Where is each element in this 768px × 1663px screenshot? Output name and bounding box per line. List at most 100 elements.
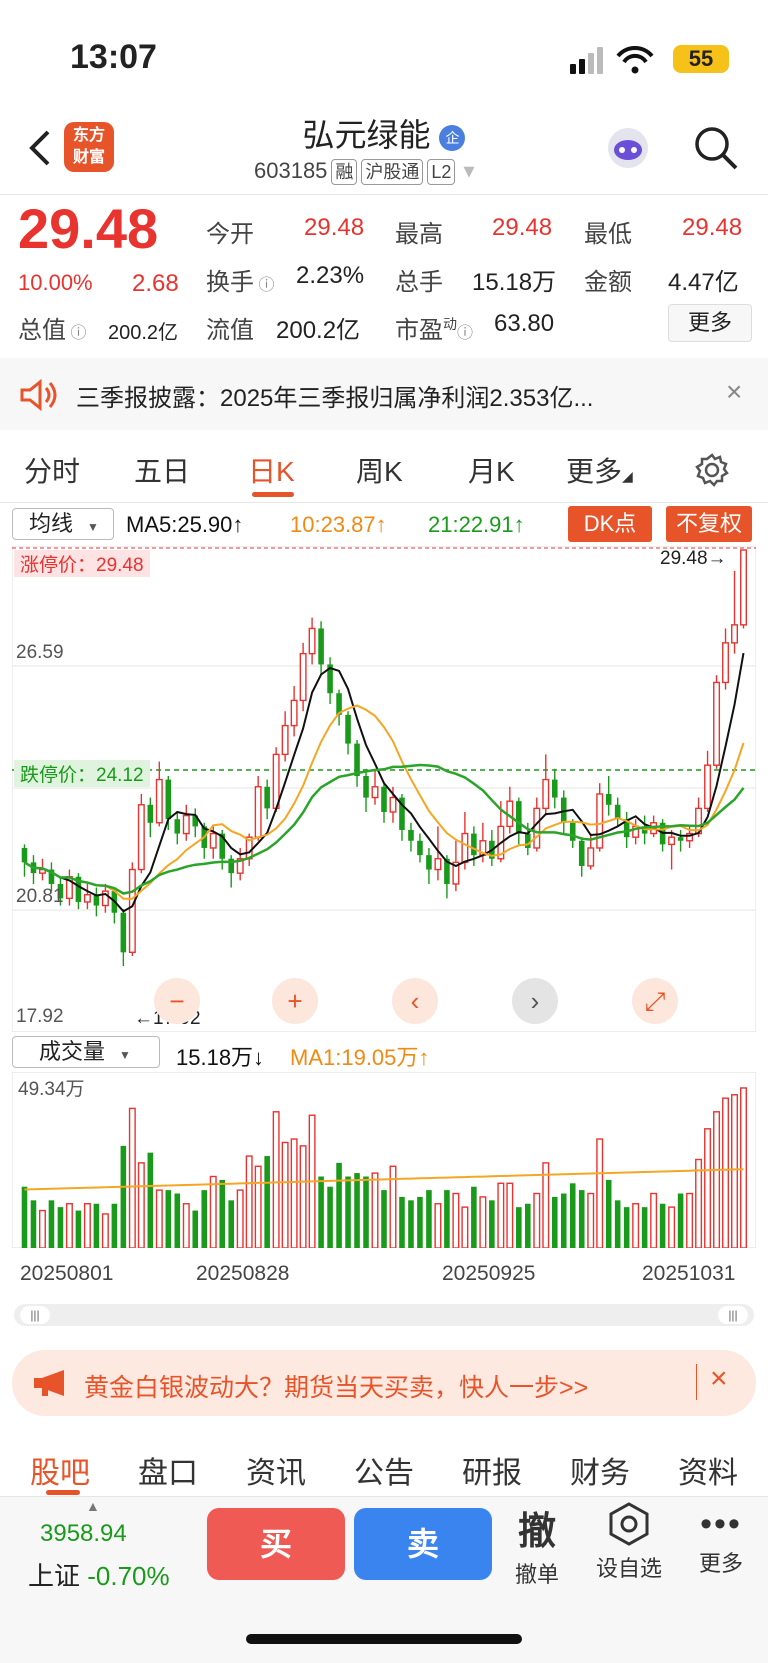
megaphone-icon [34, 1370, 64, 1396]
tab-more[interactable]: 更多◢ [566, 450, 633, 490]
volume-bar [560, 1193, 567, 1248]
dk-point-button[interactable]: DK点 [568, 506, 652, 542]
index-expand-icon[interactable]: ▲ [86, 1498, 100, 1514]
tab-monthly-k[interactable]: 月K [468, 450, 515, 490]
tab-forum[interactable]: 股吧 [30, 1448, 90, 1492]
tab-weekly-k[interactable]: 周K [356, 450, 403, 490]
tab-profile[interactable]: 资料 [678, 1448, 738, 1492]
amount-value: 4.47亿 [668, 269, 739, 296]
volume-bar [336, 1162, 342, 1248]
index-value[interactable]: 3958.94 [40, 1520, 127, 1548]
robot-assistant-icon[interactable] [602, 122, 654, 174]
ad-banner[interactable]: 黄金白银波动大？期货当天买卖，快人一步>> × [12, 1350, 756, 1416]
close-icon[interactable]: × [726, 376, 742, 408]
volume-bar [363, 1176, 369, 1248]
volume-bar [533, 1192, 541, 1248]
buy-button[interactable]: 买 [207, 1508, 345, 1580]
candle [551, 779, 558, 798]
add-favorite-button[interactable]: 设自选 [590, 1502, 668, 1583]
zoom-in-button[interactable]: + [272, 978, 318, 1024]
volume-bar [371, 1172, 379, 1248]
volume-bar [228, 1200, 234, 1248]
candle [83, 894, 91, 903]
volume-bar [695, 1158, 703, 1248]
volume-bar [192, 1210, 199, 1248]
date-label-2: 20250828 [196, 1262, 290, 1285]
volume-bar [174, 1193, 181, 1248]
hexagon-star-icon [609, 1502, 649, 1546]
candle [596, 793, 604, 849]
sell-button[interactable]: 卖 [354, 1508, 492, 1580]
range-handle-left[interactable]: ||| [20, 1306, 50, 1324]
volume-bar [254, 1165, 262, 1248]
volume-bar [264, 1156, 270, 1248]
candle [120, 912, 127, 953]
status-time: 13:07 [70, 38, 157, 76]
home-indicator [246, 1634, 522, 1644]
search-icon[interactable] [692, 124, 740, 172]
candle [318, 628, 324, 665]
candle [542, 778, 550, 810]
volume-bar [650, 1192, 658, 1248]
high-price-tag: 29.48→ [660, 548, 727, 569]
candle [713, 681, 721, 766]
range-handle-right[interactable]: ||| [718, 1306, 748, 1324]
settings-gear-icon[interactable] [694, 452, 730, 488]
indicator-select[interactable]: 均线 ▼ [12, 508, 114, 540]
range-scrollbar[interactable]: ||| ||| [14, 1304, 754, 1326]
candle [740, 549, 747, 626]
zoom-out-button[interactable]: − [154, 978, 200, 1024]
candle [417, 840, 423, 856]
tab-announcements[interactable]: 公告 [354, 1448, 414, 1492]
volume-bar [686, 1192, 694, 1248]
candle [137, 804, 145, 871]
fullscreen-icon[interactable]: ⤢ [632, 978, 678, 1024]
volume-bar [471, 1186, 477, 1248]
tab-daily-k[interactable]: 日K [248, 450, 295, 490]
volume-bar [101, 1213, 109, 1248]
scroll-left-button[interactable]: ‹ [392, 978, 438, 1024]
volume-bar [399, 1196, 405, 1248]
volume-bar [245, 1155, 253, 1248]
volume-bar [30, 1200, 37, 1248]
more-quote-button[interactable]: 更多 [668, 304, 752, 342]
volume-bar [137, 1162, 145, 1248]
ma5-label: MA5:25.90↑ [126, 512, 244, 537]
notice-bar[interactable]: 三季报披露：2025年三季报归属净利润2.353亿... × [0, 358, 768, 430]
volume-bar [731, 1094, 739, 1248]
high-label: 最高 [395, 221, 443, 248]
candle [731, 624, 739, 644]
float-value: 200.2亿 [276, 317, 361, 344]
turnover-value: 2.23% [296, 262, 365, 289]
volume-bar [434, 1203, 442, 1248]
limit-down-label: 跌停价：24.12 [14, 760, 150, 787]
last-price: 29.48 [18, 197, 159, 260]
tab-finance[interactable]: 财务 [570, 1448, 630, 1492]
volume-indicator-select[interactable]: 成交量 ▼ [12, 1036, 160, 1068]
scroll-right-button[interactable]: › [512, 978, 558, 1024]
ma10-label: 10:23.87↑ [290, 512, 387, 537]
candle [668, 836, 676, 846]
more-actions-button[interactable]: ••• 更多 [690, 1502, 752, 1578]
ad-close-icon[interactable]: × [710, 1362, 728, 1396]
adjust-button[interactable]: 不复权 [666, 506, 752, 542]
candle [147, 804, 154, 823]
tab-research[interactable]: 研报 [462, 1448, 522, 1492]
tab-orderbook[interactable]: 盘口 [138, 1448, 198, 1492]
kline-chart[interactable] [12, 546, 756, 1032]
tab-intraday[interactable]: 分时 [24, 450, 80, 490]
volume-chart[interactable] [12, 1072, 756, 1248]
ad-text: 黄金白银波动大？期货当天买卖，快人一步>> [84, 1374, 589, 1402]
forum-tab-indicator [46, 1490, 80, 1495]
volume-bar [165, 1190, 172, 1248]
pe-value: 63.80 [494, 310, 555, 337]
index-row[interactable]: 上证 -0.70% [28, 1556, 170, 1593]
candle [182, 814, 190, 835]
tab-news[interactable]: 资讯 [246, 1448, 306, 1492]
tag-margin: 融 [331, 159, 358, 185]
cancel-order-button[interactable]: 撤 撤单 [510, 1500, 564, 1589]
ma21-label: 21:22.91↑ [428, 512, 525, 537]
volume-ma: MA1:19.05万↑ [290, 1045, 430, 1070]
pe-label: 市盈动ⓘ [395, 316, 474, 344]
tab-5day[interactable]: 五日 [134, 450, 190, 490]
